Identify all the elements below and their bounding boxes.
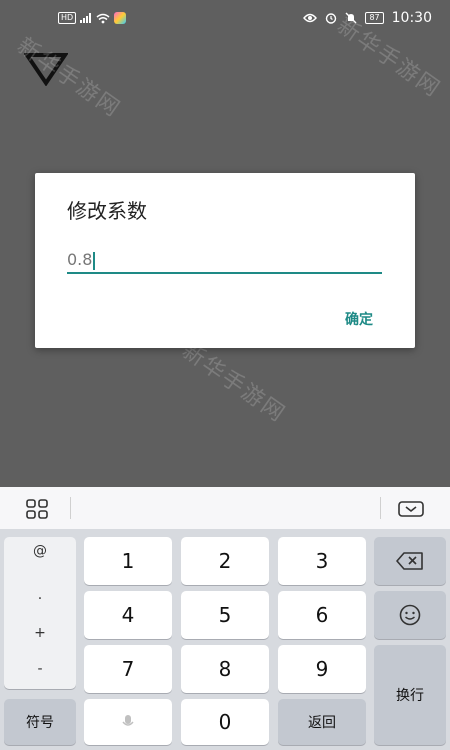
eye-icon — [303, 13, 318, 23]
signal-icon — [80, 13, 92, 23]
edit-coefficient-dialog: 修改系数 0.8 确定 — [35, 173, 415, 348]
key-4[interactable]: 4 — [84, 591, 172, 639]
coefficient-input[interactable]: 0.8 — [67, 248, 382, 274]
key-5[interactable]: 5 — [181, 591, 269, 639]
toolbar-divider — [70, 497, 71, 519]
smiley-icon — [399, 604, 421, 626]
key-3[interactable]: 3 — [278, 537, 366, 585]
at-key[interactable]: @ — [4, 543, 76, 559]
symbol-column: @ . + - — [4, 537, 76, 689]
numeric-keyboard: @ . + - 1 2 3 4 5 6 7 8 9 符号 0 返回 换行 — [0, 487, 450, 750]
toolbar-divider — [380, 497, 381, 519]
backspace-icon — [396, 552, 423, 570]
key-6[interactable]: 6 — [278, 591, 366, 639]
dialog-title: 修改系数 — [67, 199, 147, 223]
hide-keyboard-icon[interactable] — [398, 501, 424, 517]
confirm-button[interactable]: 确定 — [345, 309, 373, 329]
grid-menu-icon[interactable] — [26, 499, 48, 519]
key-2[interactable]: 2 — [181, 537, 269, 585]
text-caret — [93, 251, 96, 270]
minus-key[interactable]: - — [4, 661, 76, 677]
symbols-key[interactable]: 符号 — [4, 699, 76, 745]
clock: 10:30 — [391, 10, 432, 26]
key-9[interactable]: 9 — [278, 645, 366, 693]
key-7[interactable]: 7 — [84, 645, 172, 693]
voice-input-key[interactable] — [84, 699, 172, 745]
emoji-key[interactable] — [374, 591, 446, 639]
plus-key[interactable]: + — [4, 625, 76, 641]
coefficient-value: 0.8 — [67, 250, 93, 269]
status-left: HD — [58, 12, 127, 24]
hd-badge: HD — [58, 12, 77, 24]
key-0[interactable]: 0 — [181, 699, 269, 745]
alarm-icon — [326, 13, 337, 24]
newline-key[interactable]: 换行 — [374, 645, 446, 745]
backspace-key[interactable] — [374, 537, 446, 585]
wifi-icon — [96, 13, 110, 23]
microphone-icon — [122, 715, 134, 726]
keyboard-toolbar — [0, 487, 450, 529]
key-8[interactable]: 8 — [181, 645, 269, 693]
return-key[interactable]: 返回 — [278, 699, 366, 745]
key-1[interactable]: 1 — [84, 537, 172, 585]
dot-key[interactable]: . — [4, 587, 76, 603]
app-notification-icon — [114, 12, 127, 24]
